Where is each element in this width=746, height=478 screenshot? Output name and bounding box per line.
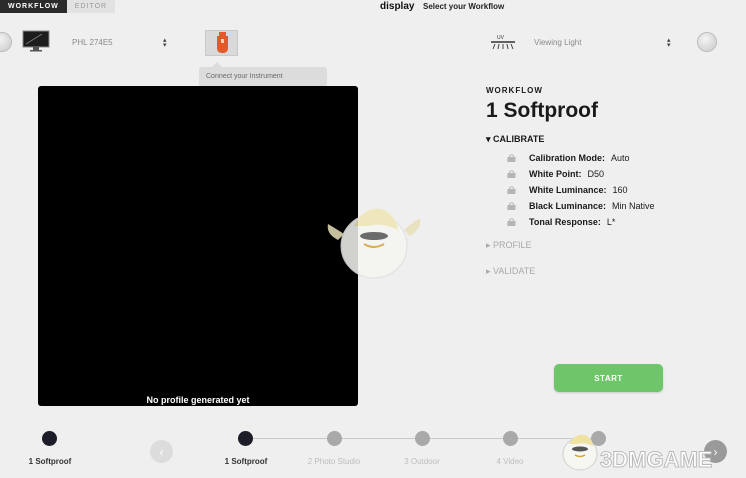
- setting-value: Auto: [611, 153, 630, 163]
- step-connector: [429, 438, 503, 439]
- step-connector: [253, 438, 327, 439]
- viewing-light-icon: UV: [491, 35, 515, 50]
- step-dot-video[interactable]: [503, 431, 518, 446]
- setting-key: Black Luminance:: [529, 201, 607, 211]
- display-settings-button[interactable]: [0, 32, 12, 52]
- step-dot-outdoor[interactable]: [415, 431, 430, 446]
- mascot-watermark-icon: [327, 208, 421, 279]
- current-workflow-dot: [42, 431, 57, 446]
- setting-key: Tonal Response:: [529, 217, 601, 227]
- profile-section-toggle[interactable]: ▸ PROFILE: [486, 240, 532, 251]
- app-title: display: [380, 1, 415, 12]
- instrument-slot[interactable]: [205, 30, 238, 56]
- step-connector: [341, 438, 415, 439]
- lock-icon: [507, 218, 516, 226]
- step-label-photo-studio[interactable]: 2 Photo Studio: [308, 457, 360, 466]
- viewing-light-select[interactable]: Viewing Light: [534, 38, 581, 47]
- calibrate-section-toggle[interactable]: ▾ CALIBRATE: [486, 134, 544, 145]
- setting-key: White Point:: [529, 169, 582, 179]
- setting-row[interactable]: White Luminance: 160: [507, 184, 628, 196]
- display-select-arrows-icon[interactable]: ▴ ▾: [163, 37, 167, 49]
- setting-key: Calibration Mode:: [529, 153, 605, 163]
- setting-row[interactable]: Tonal Response: L*: [507, 216, 615, 228]
- light-select-arrows-icon[interactable]: ▴ ▾: [667, 37, 671, 49]
- setting-value: L*: [606, 217, 616, 227]
- mode-tabs: WORKFLOW EDITOR: [0, 0, 116, 13]
- chevron-right-icon: ›: [713, 444, 718, 459]
- lock-icon: [507, 186, 516, 194]
- setting-value: 160: [612, 185, 628, 195]
- display-select[interactable]: PHL 274E5: [72, 38, 113, 47]
- lock-icon: [507, 202, 516, 210]
- validate-section-toggle[interactable]: ▸ VALIDATE: [486, 266, 535, 277]
- setting-value: Min Native: [612, 201, 655, 211]
- monitor-icon: [22, 30, 50, 52]
- setting-key: White Luminance:: [529, 185, 607, 195]
- instrument-icon: [217, 32, 228, 53]
- workflow-label: WORKFLOW: [486, 86, 543, 95]
- current-workflow-label: 1 Softproof: [28, 457, 72, 466]
- step-label-softproof[interactable]: 1 Softproof: [225, 457, 268, 466]
- step-label-outdoor[interactable]: 3 Outdoor: [404, 457, 440, 466]
- svg-text:UV: UV: [497, 35, 505, 41]
- watermark-mascot-icon: [562, 434, 598, 471]
- profile-preview: No profile generated yet: [38, 86, 358, 406]
- start-button[interactable]: START: [554, 364, 663, 392]
- tab-workflow[interactable]: WORKFLOW: [0, 0, 67, 13]
- chevron-left-icon: ‹: [159, 444, 164, 459]
- light-settings-button[interactable]: [697, 32, 717, 52]
- setting-row[interactable]: Black Luminance: Min Native: [507, 200, 655, 212]
- preview-caption: No profile generated yet: [146, 395, 250, 405]
- setting-row[interactable]: White Point: D50: [507, 168, 604, 180]
- lock-icon: [507, 154, 516, 162]
- step-dot-softproof[interactable]: [238, 431, 253, 446]
- workflow-title: 1 Softproof: [486, 99, 598, 122]
- instrument-tooltip: Connect your Instrument: [199, 62, 327, 87]
- setting-value: D50: [587, 169, 605, 179]
- step-dot-photo-studio[interactable]: [327, 431, 342, 446]
- prev-workflow-button[interactable]: ‹: [150, 440, 173, 463]
- lock-icon: [507, 170, 516, 178]
- watermark-text: 3DMGAME: [599, 447, 713, 473]
- page-subtitle: Select your Workflow: [423, 2, 505, 11]
- setting-row[interactable]: Calibration Mode: Auto: [507, 152, 630, 164]
- tab-editor[interactable]: EDITOR: [66, 0, 116, 13]
- step-label-video[interactable]: 4 Video: [497, 457, 524, 466]
